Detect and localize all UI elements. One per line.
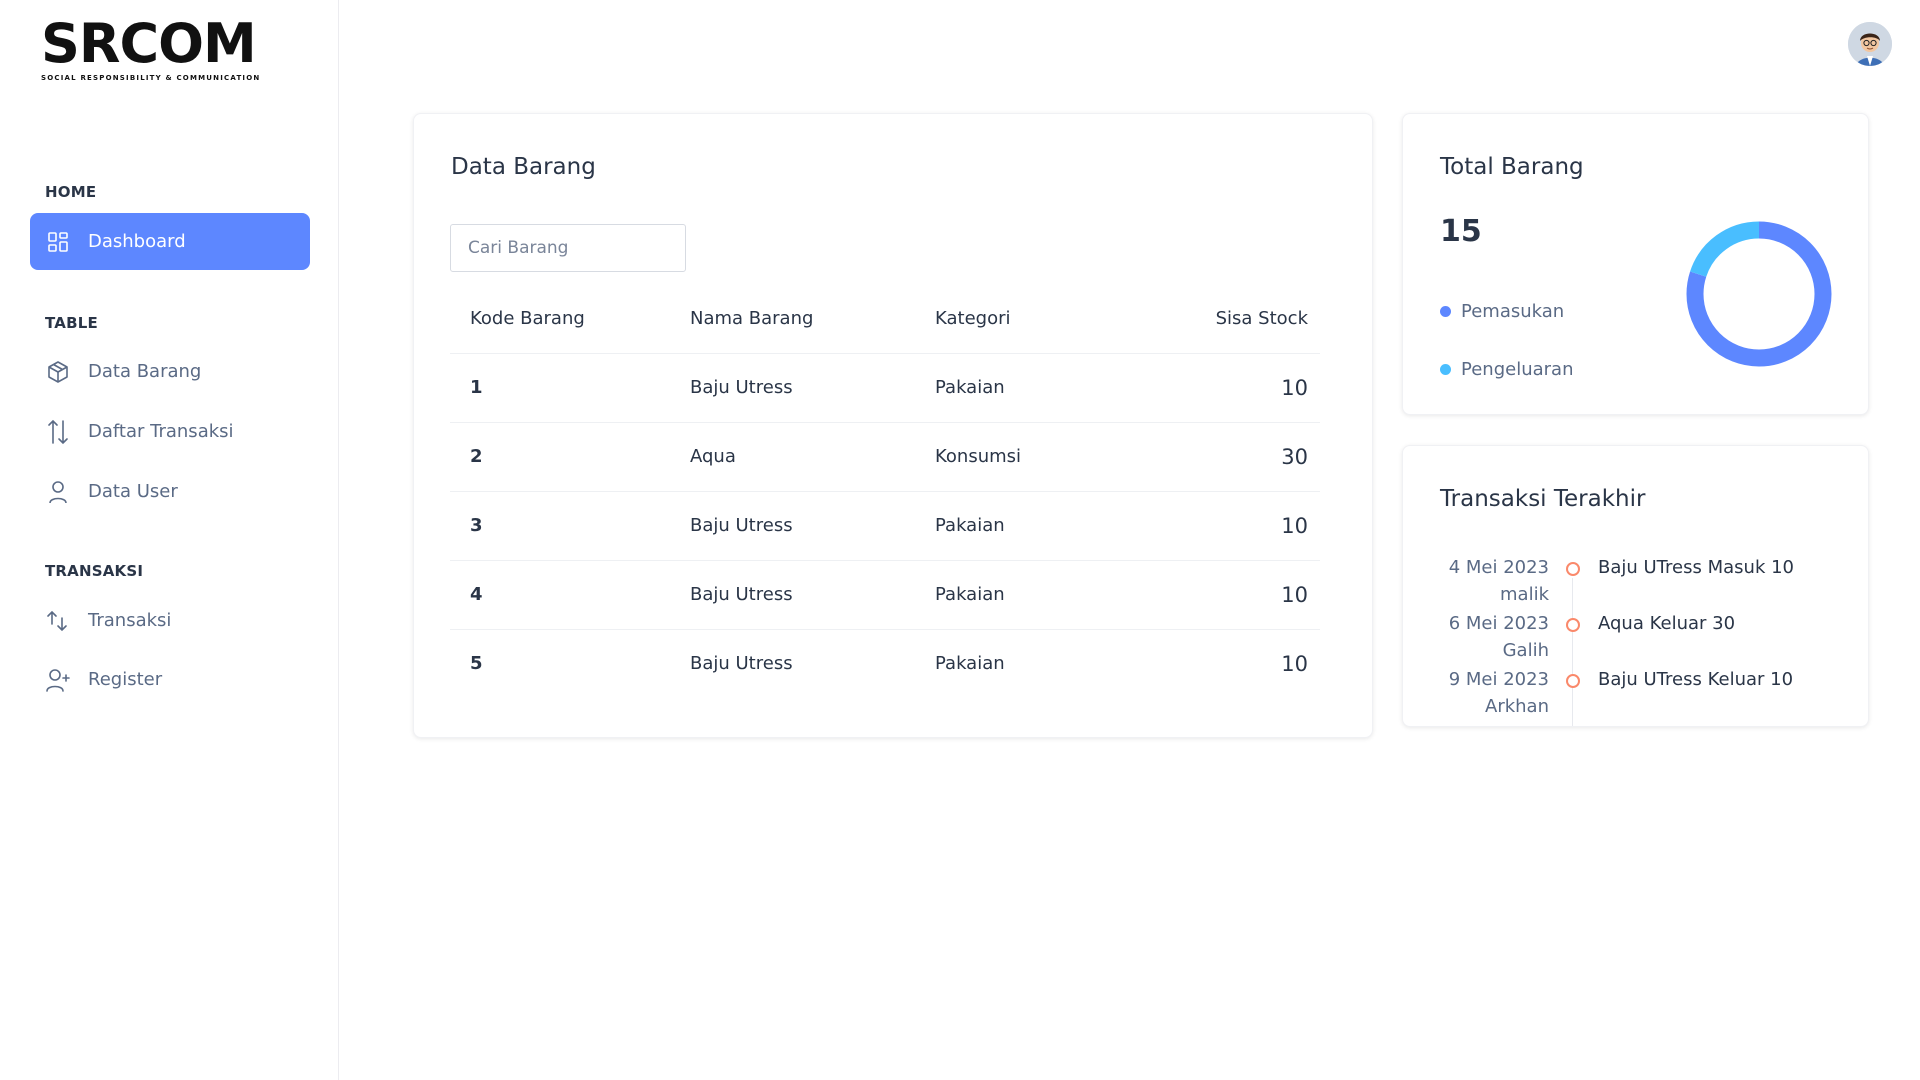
timeline-item[interactable]: 4 Mei 2023 malik Baju UTress Masuk 10 xyxy=(1403,554,1868,610)
total-barang-card: Total Barang 15 Pemasukan Pengeluaran xyxy=(1402,113,1869,415)
data-barang-card: Data Barang Kode Barang Nama Barang Kate… xyxy=(413,113,1373,738)
cell-nama: Aqua xyxy=(690,422,935,492)
cell-kode: 2 xyxy=(450,422,690,492)
user-plus-icon xyxy=(45,667,71,693)
sidebar-item-label: Register xyxy=(88,669,163,690)
timeline-dot xyxy=(1566,618,1580,632)
user-avatar[interactable] xyxy=(1848,22,1892,66)
sidebar-item-dashboard[interactable]: Dashboard xyxy=(30,213,310,270)
sidebar-item-register[interactable]: Register xyxy=(30,651,310,708)
transfer-arrows-icon xyxy=(45,608,71,634)
cell-stock: 10 xyxy=(1190,491,1320,561)
timeline-text: Aqua Keluar 30 xyxy=(1598,613,1736,634)
cell-kode: 5 xyxy=(470,653,483,675)
search-input[interactable] xyxy=(450,224,686,272)
sidebar-item-label: Transaksi xyxy=(88,610,172,631)
timeline: 4 Mei 2023 malik Baju UTress Masuk 10 6 … xyxy=(1403,554,1868,726)
timeline-user: Arkhan xyxy=(1485,696,1549,717)
nav-section-home: HOME xyxy=(45,183,97,201)
sidebar: SRCOM Social Responsibility & Communicat… xyxy=(0,0,339,1080)
table-row[interactable]: 2 Aqua Konsumsi 30 xyxy=(450,422,1320,492)
timeline-date-block: 9 Mei 2023 Arkhan xyxy=(1409,666,1549,720)
cell-nama: Baju Utress xyxy=(690,560,935,630)
total-barang-value: 15 xyxy=(1440,214,1482,249)
cell-kode: 4 xyxy=(450,560,690,630)
sidebar-item-label: Data Barang xyxy=(88,361,202,382)
cell-kode: 3 xyxy=(450,491,690,561)
timeline-text: Baju UTress Masuk 10 xyxy=(1598,557,1794,578)
legend-label: Pemasukan xyxy=(1461,301,1565,322)
table-row[interactable]: 3 Baju Utress Pakaian 10 xyxy=(450,491,1320,561)
timeline-item[interactable]: 9 Mei 2023 Arkhan Baju UTress Keluar 10 xyxy=(1403,666,1868,722)
cell-nama: Baju Utress xyxy=(690,653,793,675)
cell-kode: 1 xyxy=(450,353,690,423)
timeline-date-block: 4 Mei 2023 malik xyxy=(1409,554,1549,608)
legend-item-pemasukan: Pemasukan xyxy=(1440,301,1564,322)
table-header-row: Kode Barang Nama Barang Kategori Sisa St… xyxy=(450,284,1320,354)
nav-section-table: TABLE xyxy=(45,314,98,332)
timeline-user: malik xyxy=(1500,584,1549,605)
sidebar-item-label: Dashboard xyxy=(88,231,186,252)
table-row[interactable]: 1 Baju Utress Pakaian 10 xyxy=(450,353,1320,423)
cell-kategori: Konsumsi xyxy=(935,422,1190,492)
timeline-date-block: 6 Mei 2023 Galih xyxy=(1409,610,1549,664)
dashboard-grid-icon xyxy=(45,229,71,255)
cell-kategori: Pakaian xyxy=(935,560,1190,630)
timeline-dot xyxy=(1566,674,1580,688)
sidebar-item-label: Data User xyxy=(88,481,178,502)
legend-label: Pengeluaran xyxy=(1461,359,1574,380)
column-header-nama[interactable]: Nama Barang xyxy=(690,284,935,354)
cell-nama: Baju Utress xyxy=(690,353,935,423)
data-barang-title: Data Barang xyxy=(451,154,596,180)
total-barang-title: Total Barang xyxy=(1440,154,1584,180)
transaksi-terakhir-title: Transaksi Terakhir xyxy=(1440,486,1646,512)
cell-kategori: Pakaian xyxy=(935,353,1190,423)
column-header-kode[interactable]: Kode Barang xyxy=(450,284,690,354)
timeline-date: 6 Mei 2023 xyxy=(1448,613,1549,634)
nav-section-transaksi: TRANSAKSI xyxy=(45,562,144,580)
sort-arrows-icon xyxy=(45,419,71,445)
transaksi-terakhir-card: Transaksi Terakhir 4 Mei 2023 malik Baju… xyxy=(1402,445,1869,727)
brand-logo[interactable]: SRCOM Social Responsibility & Communicat… xyxy=(41,16,266,90)
avatar-icon xyxy=(1848,22,1892,66)
column-header-stock[interactable]: Sisa Stock xyxy=(1190,284,1320,354)
column-header-kategori[interactable]: Kategori xyxy=(935,284,1190,354)
legend-item-pengeluaran: Pengeluaran xyxy=(1440,359,1573,380)
donut-chart xyxy=(1686,221,1832,367)
cell-stock: 10 xyxy=(1190,353,1320,423)
cell-nama: Baju Utress xyxy=(690,491,935,561)
table-row[interactable]: 5 Baju Utress Pakaian 10 xyxy=(450,629,1320,698)
cell-kategori: Pakaian xyxy=(935,491,1190,561)
cell-stock: 30 xyxy=(1190,422,1320,492)
brand-name: SRCOM xyxy=(41,12,257,75)
timeline-user: Galih xyxy=(1502,640,1549,661)
data-barang-table: Kode Barang Nama Barang Kategori Sisa St… xyxy=(450,284,1320,698)
cell-kategori: Pakaian xyxy=(935,653,1005,675)
sidebar-item-transaksi[interactable]: Transaksi xyxy=(30,592,310,649)
timeline-text: Baju UTress Keluar 10 xyxy=(1598,669,1794,690)
table-row[interactable]: 4 Baju Utress Pakaian 10 xyxy=(450,560,1320,630)
sidebar-item-data-user[interactable]: Data User xyxy=(30,463,310,520)
timeline-item[interactable]: 6 Mei 2023 Galih Aqua Keluar 30 xyxy=(1403,610,1868,666)
legend-dot-pemasukan xyxy=(1440,306,1451,317)
brand-tagline: Social Responsibility & Communication xyxy=(41,74,261,82)
box-icon xyxy=(45,359,71,385)
sidebar-item-label: Daftar Transaksi xyxy=(88,421,234,442)
cell-stock: 10 xyxy=(1190,560,1320,630)
sidebar-item-data-barang[interactable]: Data Barang xyxy=(30,343,310,400)
user-icon xyxy=(45,479,71,505)
legend-dot-pengeluaran xyxy=(1440,364,1451,375)
timeline-dot xyxy=(1566,562,1580,576)
cell-stock: 10 xyxy=(1281,651,1308,676)
timeline-date: 4 Mei 2023 xyxy=(1448,557,1549,578)
sidebar-item-daftar-transaksi[interactable]: Daftar Transaksi xyxy=(30,403,310,460)
timeline-date: 9 Mei 2023 xyxy=(1448,669,1549,690)
